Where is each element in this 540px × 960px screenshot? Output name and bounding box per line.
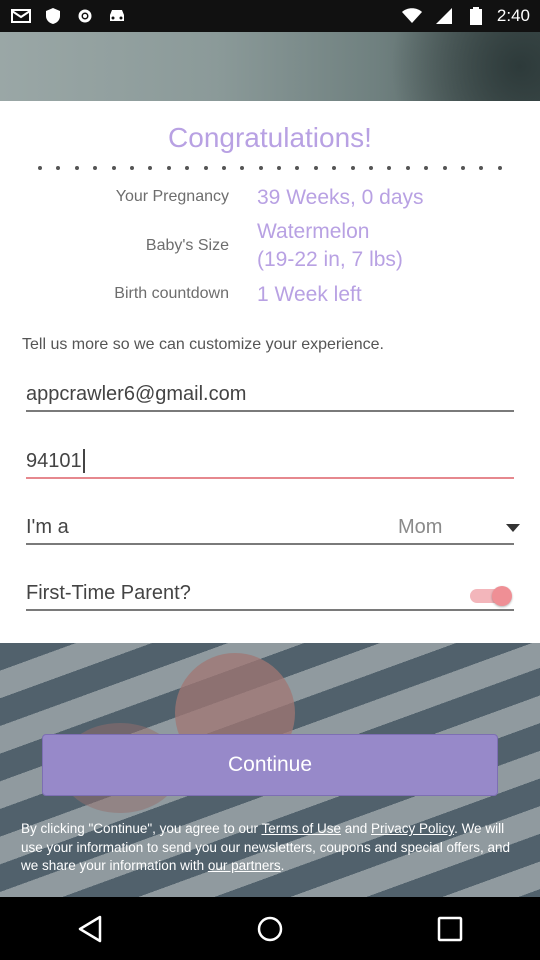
header-photo-shade: [340, 32, 540, 101]
divider-dot: [387, 166, 392, 170]
zip-code-field[interactable]: 94101: [26, 445, 514, 479]
signal-icon: [433, 7, 455, 25]
pregnancy-value: 39 Weeks, 0 days: [257, 186, 424, 209]
divider-dot: [460, 166, 465, 170]
divider-dot: [424, 166, 429, 170]
role-select[interactable]: I'm a Mom: [26, 511, 520, 545]
status-left-icons: [10, 7, 128, 25]
dotted-divider: [38, 162, 502, 174]
zip-code-value: 94101: [26, 449, 82, 472]
divider-dot: [350, 166, 355, 170]
divider-dot: [38, 166, 42, 170]
divider-dot: [129, 166, 134, 170]
toggle-thumb: [492, 586, 512, 606]
divider-dot: [166, 166, 171, 170]
baby-size-label: Baby's Size: [145, 237, 229, 254]
privacy-policy-link[interactable]: Privacy Policy: [371, 821, 454, 836]
divider-dot: [497, 166, 502, 170]
back-button[interactable]: [60, 904, 120, 954]
battery-icon: [465, 7, 487, 25]
recents-button[interactable]: [420, 904, 480, 954]
divider-dot: [148, 166, 153, 170]
email-value: appcrawler6@gmail.com: [26, 382, 247, 405]
baby-size-value-line2: (19-22 in, 7 lbs): [257, 248, 403, 271]
email-icon: [10, 7, 32, 25]
shield-icon: [42, 7, 64, 25]
divider-dot: [185, 166, 190, 170]
terms-of-use-link[interactable]: Terms of Use: [261, 821, 341, 836]
role-value: Mom: [398, 515, 443, 538]
pregnancy-label: Your Pregnancy: [115, 188, 229, 205]
status-right-icons: 2:40: [401, 6, 530, 26]
header-photo: [0, 32, 540, 101]
divider-dot: [369, 166, 374, 170]
legal-disclaimer: By clicking "Continue", you agree to our…: [21, 820, 521, 876]
divider-dot: [313, 166, 318, 170]
divider-dot: [74, 166, 79, 170]
divider-dot: [405, 166, 410, 170]
home-button[interactable]: [240, 904, 300, 954]
page-title: Congratulations!: [168, 122, 372, 153]
recents-icon: [437, 916, 463, 941]
customize-prompt: Tell us more so we can customize your ex…: [22, 336, 384, 353]
settings-icon: [74, 7, 96, 25]
first-time-parent-field: First-Time Parent?: [26, 577, 514, 611]
divider-dot: [240, 166, 245, 170]
countdown-label: Birth countdown: [114, 285, 229, 302]
status-bar: 2:40: [0, 0, 540, 32]
divider-dot: [56, 166, 61, 170]
divider-dot: [258, 166, 263, 170]
dropdown-arrow-icon: [506, 524, 520, 532]
email-field[interactable]: appcrawler6@gmail.com: [26, 378, 514, 412]
role-label: I'm a: [26, 515, 69, 538]
first-time-parent-label: First-Time Parent?: [26, 581, 191, 604]
our-partners-link[interactable]: our partners: [208, 858, 281, 873]
car-icon: [106, 7, 128, 25]
legal-end: .: [280, 858, 285, 873]
congratulations-card: [0, 101, 540, 643]
first-time-parent-toggle[interactable]: [470, 586, 514, 606]
divider-dot: [111, 166, 116, 170]
countdown-value: 1 Week left: [257, 283, 362, 306]
legal-and: and: [341, 821, 372, 836]
divider-dot: [277, 166, 282, 170]
navigation-bar: [0, 897, 540, 960]
wifi-icon: [401, 7, 423, 25]
text-cursor: [82, 449, 85, 473]
back-icon: [78, 915, 102, 942]
divider-dot: [295, 166, 300, 170]
divider-dot: [479, 166, 484, 170]
legal-text-1: By clicking "Continue", you agree to our: [21, 821, 262, 836]
status-time: 2:40: [496, 6, 530, 25]
divider-dot: [332, 166, 337, 170]
divider-dot: [203, 166, 208, 170]
baby-size-value-line1: Watermelon: [257, 220, 370, 243]
divider-dot: [442, 166, 447, 170]
divider-dot: [221, 166, 226, 170]
divider-dot: [93, 166, 98, 170]
home-icon: [257, 916, 283, 941]
continue-button[interactable]: Continue: [42, 734, 498, 796]
